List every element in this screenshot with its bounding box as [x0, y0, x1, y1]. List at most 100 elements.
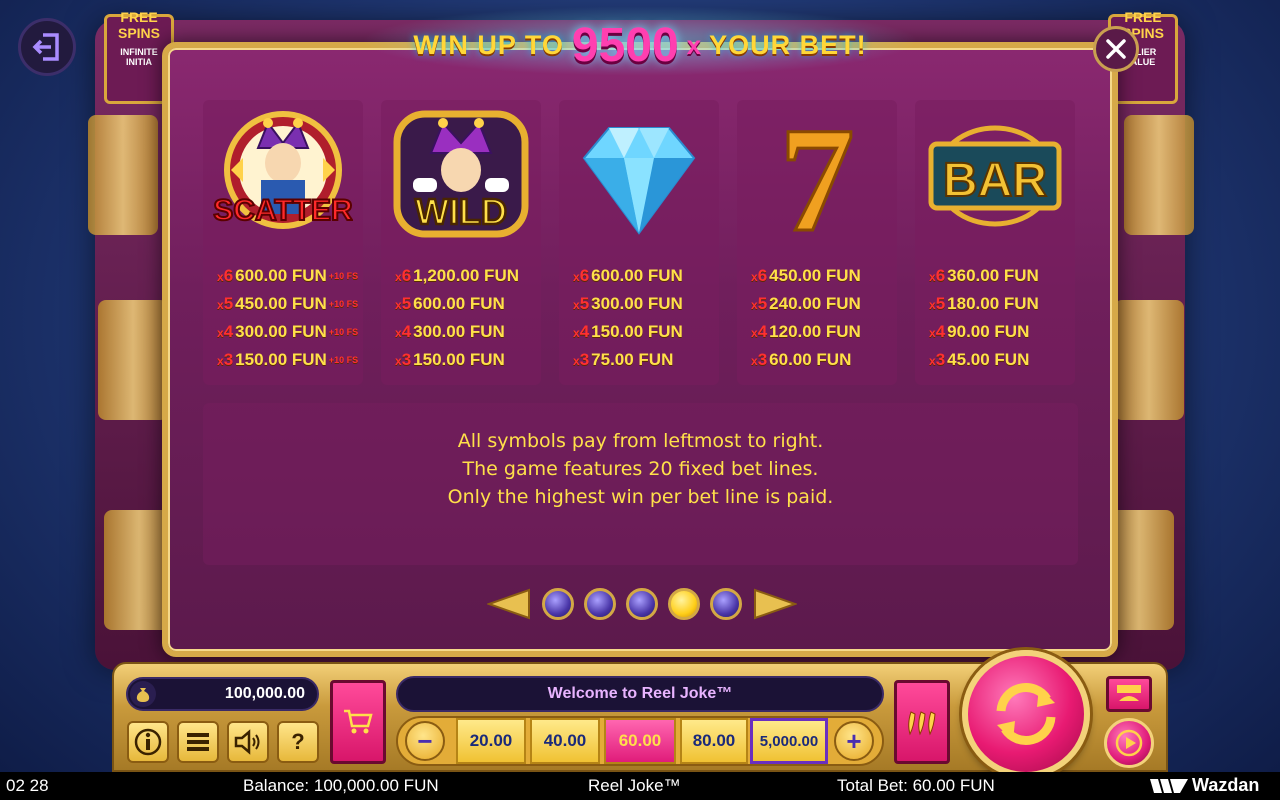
page-navigation: [472, 584, 812, 624]
headline-x: x: [686, 29, 702, 60]
seven-pays: x6 450.00 FUN x5 240.00 FUN x4 120.00 FUN x…: [751, 262, 893, 374]
play-icon: [1115, 729, 1143, 757]
pay-row: x5 180.00 FUN: [929, 294, 1039, 313]
scatter-jester-icon: SCATTER: [213, 108, 353, 243]
bar-icon: BAR: [925, 108, 1065, 243]
money-bag-icon: [130, 681, 156, 707]
arrow-left-icon: [487, 588, 530, 620]
left-banner-title: FREE SPINS: [117, 9, 160, 41]
info-icon: [134, 728, 162, 756]
turbo-button[interactable]: [1106, 676, 1152, 712]
page-dot-1[interactable]: [542, 588, 574, 620]
bar-pays: x6 360.00 FUN x5 180.00 FUN x4 90.00 FUN x3…: [929, 262, 1071, 374]
pay-row: x4 150.00 FUN: [573, 322, 683, 341]
sound-button[interactable]: [227, 721, 269, 763]
page-dot-3[interactable]: [626, 588, 658, 620]
help-button[interactable]: ?: [277, 721, 319, 763]
clock: 02 28: [6, 776, 49, 795]
pay-row: x5 600.00 FUN: [395, 294, 505, 313]
left-frame-pillar: [98, 300, 168, 420]
diamond-pays: x6 600.00 FUN x5 300.00 FUN x4 150.00 FUN x…: [573, 262, 715, 374]
pay-row: x6 600.00 FUN: [573, 266, 683, 285]
pay-row: x4 300.00 FUN +10 FS: [217, 322, 359, 341]
wild-icon-label: WILD: [415, 191, 507, 232]
page-dot-4-active[interactable]: [668, 588, 700, 620]
wazdan-logo-icon: [1150, 778, 1188, 793]
menu-button[interactable]: [177, 721, 219, 763]
cart-icon: [344, 709, 373, 734]
game-title: Reel Joke™: [588, 776, 681, 795]
wild-pays: x6 1,200.00 FUN x5 600.00 FUN x4 300.00 FUN…: [395, 262, 537, 374]
pay-row: x5 300.00 FUN: [573, 294, 683, 313]
headline-prefix: WIN UP TO: [413, 29, 564, 60]
page-dot-2[interactable]: [584, 588, 616, 620]
left-frame-pillar: [88, 115, 158, 235]
bet-option[interactable]: 80.00: [680, 718, 748, 764]
right-frame-pillar: [1124, 115, 1194, 235]
symbol-card-bar: BAR x6 360.00 FUN x5 180.00 FUN x4 90.00 FU…: [915, 100, 1075, 385]
symbol-card-wild: WILD x6 1,200.00 FUN x5 600.00 FUN x4 300.0…: [381, 100, 541, 385]
brand-logo: Wazdan: [1150, 775, 1259, 796]
balance-label: Balance: 100,000.00 FUN: [243, 776, 439, 795]
seven-icon: 7: [747, 108, 887, 243]
close-icon: [1106, 39, 1126, 59]
bet-option[interactable]: 20.00: [456, 718, 526, 764]
autoplay-button[interactable]: [1104, 718, 1154, 768]
chili-peppers-icon: [908, 711, 936, 736]
bar-icon-label: BAR: [943, 154, 1047, 207]
right-frame-pillar: [1114, 300, 1184, 420]
symbol-card-diamond: x6 600.00 FUN x5 300.00 FUN x4 150.00 FUN x…: [559, 100, 719, 385]
exit-button[interactable]: [18, 18, 76, 76]
volatility-button[interactable]: [894, 680, 950, 764]
bet-option[interactable]: 40.00: [530, 718, 600, 764]
total-bet-label: Total Bet: 60.00 FUN: [837, 776, 995, 795]
max-win-headline: WIN UP TO 9500 x YOUR BET!: [330, 12, 950, 78]
symbol-card-scatter: SCATTER x6 600.00 FUN +10 FS x5 450.00 FUN +…: [203, 100, 363, 385]
exit-icon: [32, 33, 59, 61]
status-bar: 02 28 Balance: 100,000.00 FUN Reel Joke™…: [0, 772, 1280, 800]
wild-jester-icon: WILD: [391, 108, 531, 243]
arrow-right-icon: [754, 588, 797, 620]
increase-bet-button[interactable]: +: [834, 721, 874, 761]
pay-row: x3 45.00 FUN: [929, 350, 1030, 369]
rules-line: Only the highest win per bet line is pai…: [447, 486, 834, 508]
pay-row: x5 450.00 FUN +10 FS: [217, 294, 359, 313]
pay-row: x4 90.00 FUN: [929, 322, 1030, 341]
headline-suffix: YOUR BET!: [709, 29, 867, 60]
spin-arrows-icon: [996, 683, 1056, 745]
page-dot-5[interactable]: [710, 588, 742, 620]
pay-row: x4 300.00 FUN: [395, 322, 505, 341]
spin-button[interactable]: [962, 650, 1090, 778]
bet-option-selected[interactable]: 60.00: [604, 718, 676, 764]
symbol-card-seven: 7 x6 450.00 FUN x5 240.00 FUN x4 120.00 FUN…: [737, 100, 897, 385]
symbol-paytable: SCATTER x6 600.00 FUN +10 FS x5 450.00 FUN +…: [203, 100, 1078, 385]
speaker-icon: [234, 729, 260, 755]
shop-button[interactable]: [330, 680, 386, 764]
next-page-button[interactable]: [752, 586, 798, 622]
info-button[interactable]: [127, 721, 169, 763]
pay-row: x3 150.00 FUN +10 FS: [217, 350, 359, 369]
pay-row: x6 1,200.00 FUN: [395, 266, 519, 285]
turtle-speed-icon: [1117, 685, 1141, 701]
welcome-message: Welcome to Reel Joke™: [396, 676, 884, 712]
diamond-icon: [569, 108, 709, 243]
pay-row: x4 120.00 FUN: [751, 322, 861, 341]
rules-info-box: All symbols pay from leftmost to right. …: [203, 403, 1078, 565]
pay-row: x3 75.00 FUN: [573, 350, 674, 369]
pay-row: x3 150.00 FUN: [395, 350, 505, 369]
close-button[interactable]: [1093, 26, 1139, 72]
pay-row: x5 240.00 FUN: [751, 294, 861, 313]
decrease-bet-button[interactable]: −: [405, 721, 445, 761]
menu-icon: [187, 733, 209, 751]
pay-row: x6 360.00 FUN: [929, 266, 1039, 285]
seven-icon-label: 7: [780, 108, 855, 243]
rules-line: The game features 20 fixed bet lines.: [462, 458, 819, 480]
pay-row: x3 60.00 FUN: [751, 350, 852, 369]
scatter-icon-label: SCATTER: [213, 194, 353, 227]
pay-row: x6 600.00 FUN +10 FS: [217, 266, 359, 285]
headline-value: 9500: [571, 18, 679, 72]
scatter-pays: x6 600.00 FUN +10 FS x5 450.00 FUN +10 FS x4…: [217, 262, 359, 374]
pay-row: x6 450.00 FUN: [751, 266, 861, 285]
previous-page-button[interactable]: [486, 586, 532, 622]
max-bet-option[interactable]: 5,000.00: [750, 718, 828, 764]
